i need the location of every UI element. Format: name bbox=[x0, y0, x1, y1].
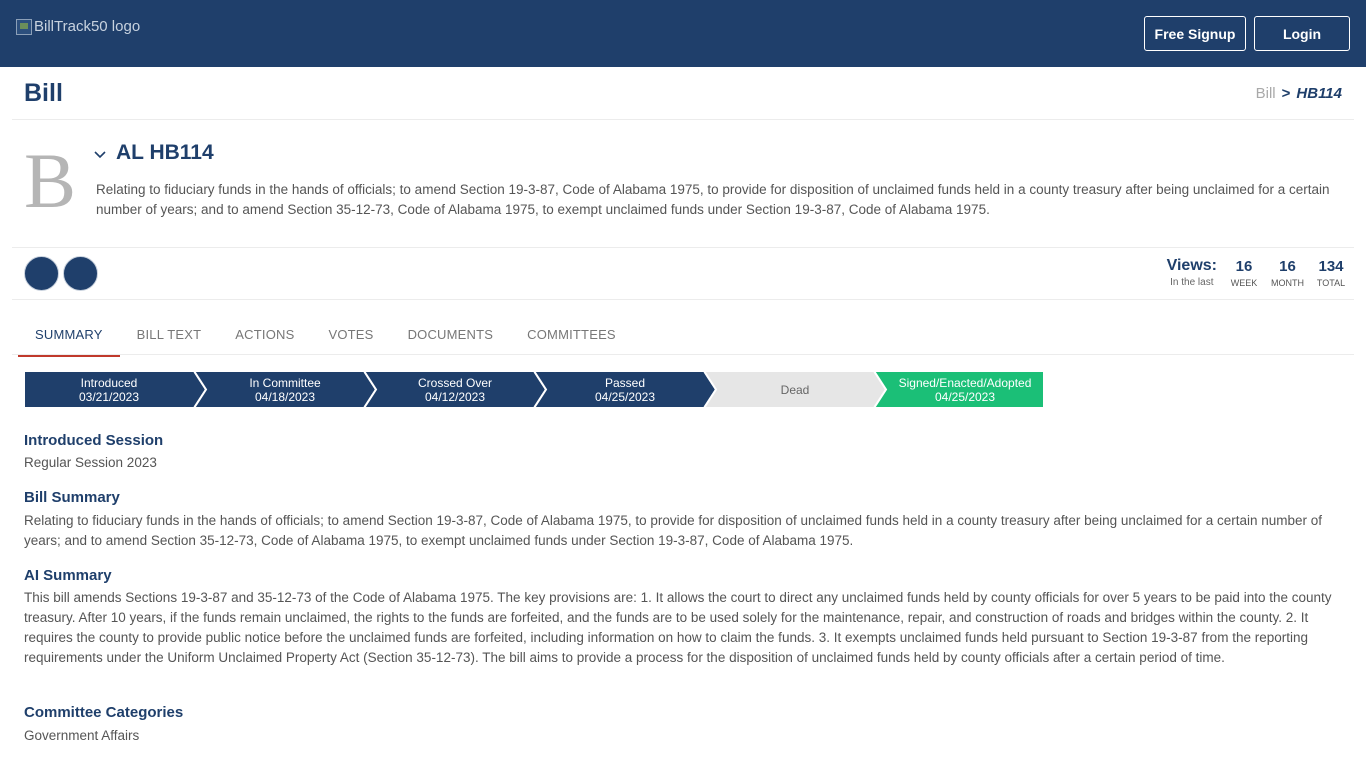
progress-step-label: Dead bbox=[780, 382, 810, 397]
bill-summary-heading: Bill Summary bbox=[24, 489, 120, 506]
views-label: Views: bbox=[1166, 257, 1217, 274]
tab-actions[interactable]: ACTIONS bbox=[218, 318, 311, 354]
views-month-label: MONTH bbox=[1271, 278, 1304, 288]
tab-votes[interactable]: VOTES bbox=[311, 318, 390, 354]
progress-step-date: 04/12/2023 bbox=[424, 389, 486, 404]
login-button[interactable]: Login bbox=[1254, 16, 1350, 51]
progress-step-label: Passed bbox=[604, 375, 646, 390]
views-month: 16 MONTH bbox=[1271, 257, 1304, 288]
progress-step-label: Crossed Over bbox=[417, 375, 493, 390]
free-signup-button[interactable]: Free Signup bbox=[1144, 16, 1246, 51]
progress-step-crossed-over: Crossed Over 04/12/2023 bbox=[364, 371, 546, 408]
views-week: 16 WEEK bbox=[1229, 257, 1259, 288]
tab-bill-text[interactable]: BILL TEXT bbox=[120, 318, 219, 354]
views-week-value: 16 bbox=[1235, 258, 1253, 275]
breadcrumb: Bill > HB114 bbox=[1256, 85, 1342, 102]
introduced-session-heading: Introduced Session bbox=[24, 432, 164, 449]
page-title: Bill bbox=[24, 79, 63, 107]
progress-step-label: Signed/Enacted/Adopted bbox=[898, 375, 1032, 390]
logo-alt-text: BillTrack50 logo bbox=[34, 18, 141, 35]
progress-step-introduced: Introduced 03/21/2023 bbox=[24, 371, 206, 408]
broken-image-icon bbox=[16, 18, 32, 35]
progress-step-date: 04/18/2023 bbox=[254, 389, 316, 404]
tab-committees[interactable]: COMMITTEES bbox=[510, 318, 633, 354]
views-week-label: WEEK bbox=[1230, 278, 1258, 288]
site-logo[interactable]: BillTrack50 logo bbox=[16, 18, 140, 35]
bill-progress-tracker: Introduced 03/21/2023 In Committee 04/18/20… bbox=[24, 371, 1064, 408]
bill-header: AL HB114 bbox=[94, 141, 214, 165]
ai-summary-heading: AI Summary bbox=[24, 567, 112, 584]
views-stats: Views: In the last 16 WEEK 16 MONTH 134 … bbox=[1167, 257, 1346, 288]
divider bbox=[12, 247, 1354, 248]
divider bbox=[12, 299, 1354, 300]
tab-divider bbox=[12, 354, 1354, 355]
bill-id: AL HB114 bbox=[116, 141, 214, 164]
views-label-group: Views: In the last bbox=[1167, 257, 1217, 288]
progress-step-in-committee: In Committee 04/18/2023 bbox=[194, 371, 376, 408]
ai-summary-text: This bill amends Sections 19-3-87 and 35… bbox=[24, 590, 1332, 665]
progress-step-label: In Committee bbox=[249, 375, 321, 390]
views-total-value: 134 bbox=[1318, 258, 1344, 275]
views-total: 134 TOTAL bbox=[1316, 257, 1346, 288]
breadcrumb-current: HB114 bbox=[1296, 85, 1342, 102]
views-sublabel: In the last bbox=[1170, 277, 1214, 288]
share-button[interactable] bbox=[63, 256, 98, 291]
progress-step-dead: Dead bbox=[704, 371, 886, 408]
tab-bar: SUMMARY BILL TEXT ACTIONS VOTES DOCUMENT… bbox=[18, 318, 633, 357]
bookmark-button[interactable] bbox=[24, 256, 59, 291]
breadcrumb-separator: > bbox=[1281, 85, 1291, 102]
committee-categories-heading: Committee Categories bbox=[24, 704, 184, 721]
progress-step-label: Introduced bbox=[80, 375, 138, 390]
progress-step-date: 04/25/2023 bbox=[594, 389, 656, 404]
tab-documents[interactable]: DOCUMENTS bbox=[391, 318, 511, 354]
progress-step-signed-enacted-adopted: Signed/Enacted/Adopted 04/25/2023 bbox=[874, 371, 1045, 408]
views-month-value: 16 bbox=[1279, 258, 1296, 275]
divider bbox=[12, 119, 1354, 120]
chevron-down-icon[interactable] bbox=[94, 147, 106, 159]
bill-letter-avatar: B bbox=[24, 137, 77, 224]
progress-step-date: 04/25/2023 bbox=[934, 389, 996, 404]
progress-step-date: 03/21/2023 bbox=[78, 389, 140, 404]
introduced-session-value: Regular Session 2023 bbox=[24, 455, 157, 470]
bill-description: Relating to fiduciary funds in the hands… bbox=[96, 182, 1330, 217]
bill-summary-text: Relating to fiduciary funds in the hands… bbox=[24, 513, 1323, 548]
progress-step-passed: Passed 04/25/2023 bbox=[534, 371, 716, 408]
committee-categories-value: Government Affairs bbox=[24, 728, 140, 743]
tab-summary[interactable]: SUMMARY bbox=[18, 318, 120, 357]
breadcrumb-root-link[interactable]: Bill bbox=[1256, 85, 1276, 102]
views-total-label: TOTAL bbox=[1316, 278, 1346, 288]
top-navbar: BillTrack50 logo Free Signup Login bbox=[0, 0, 1366, 67]
